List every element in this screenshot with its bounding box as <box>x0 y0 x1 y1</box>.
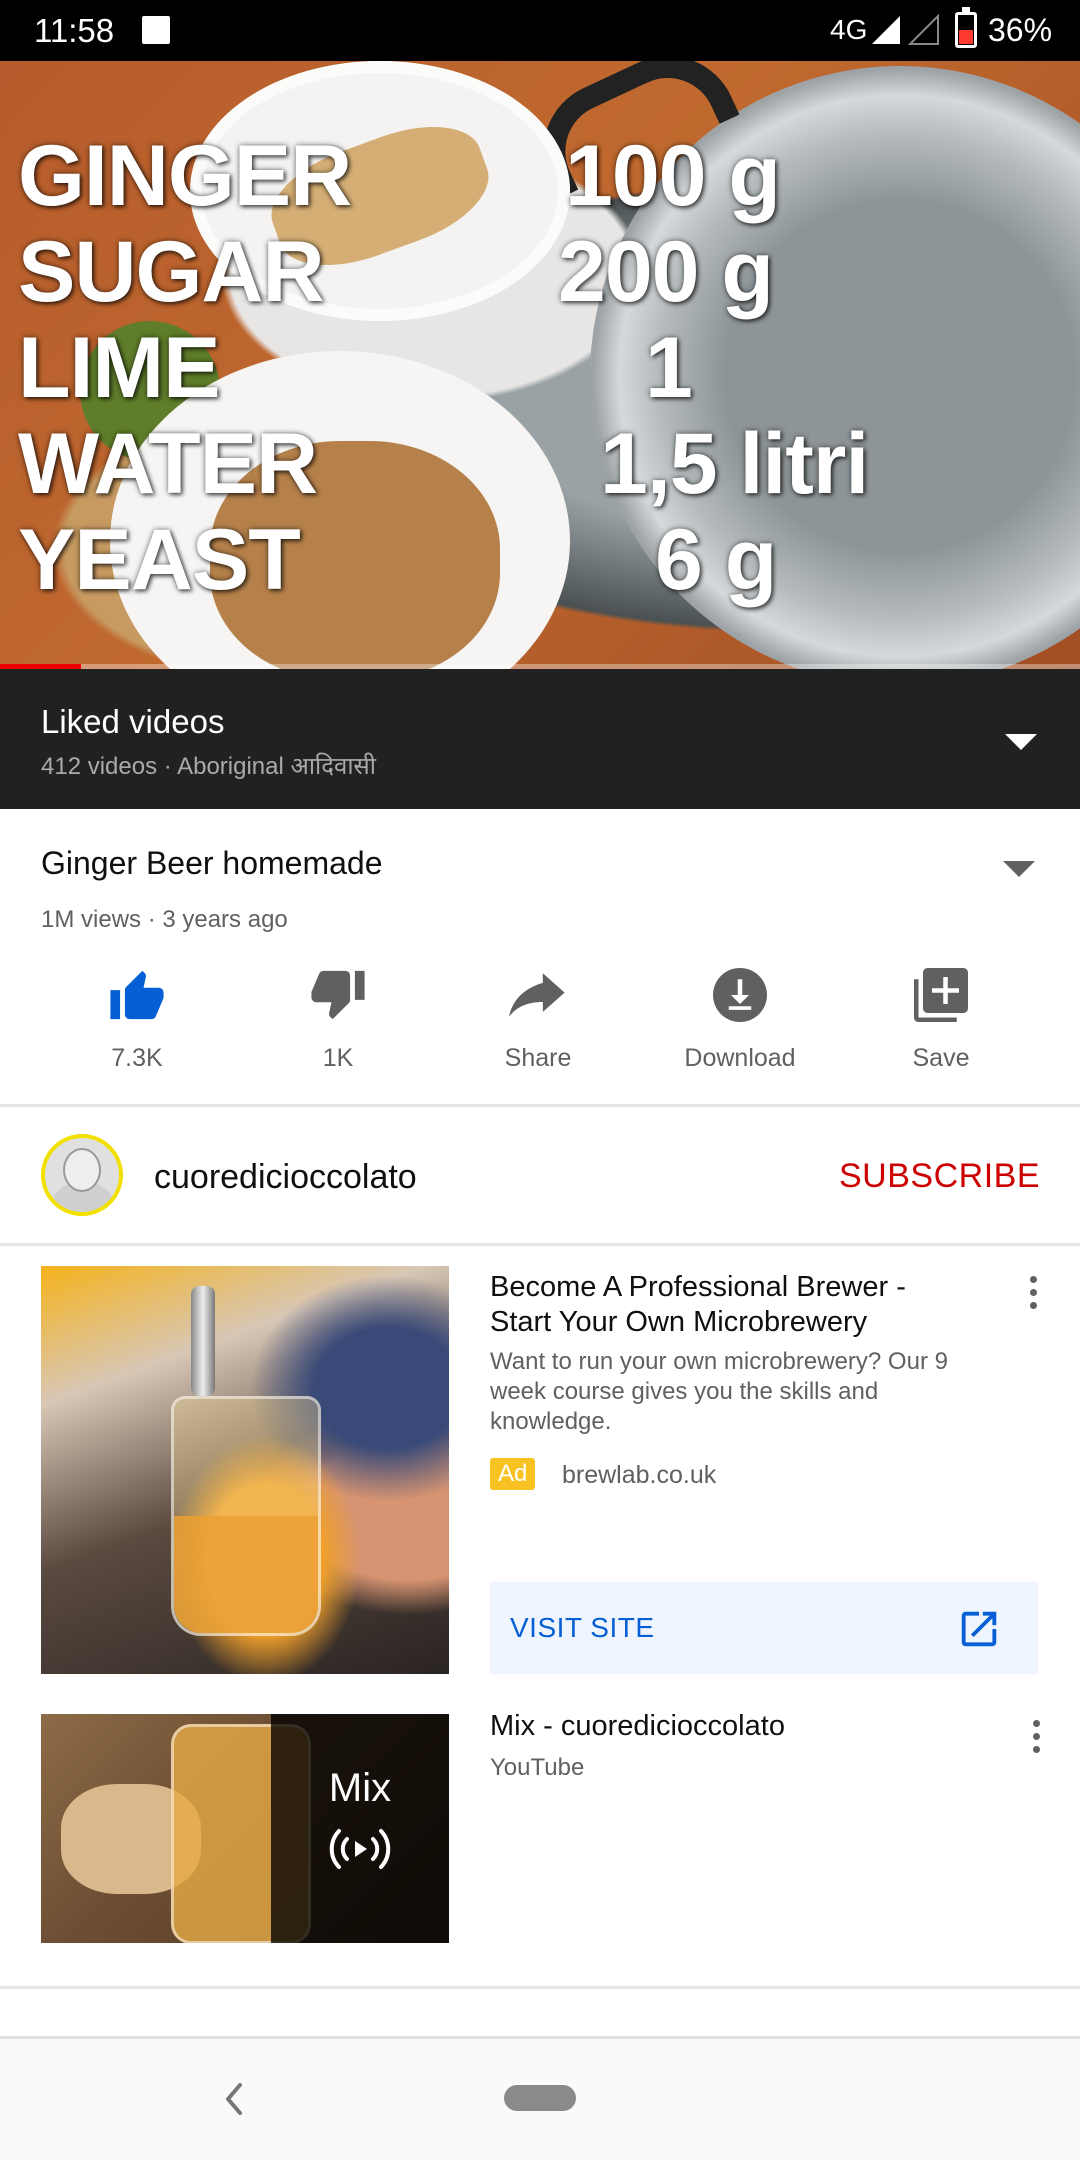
ad-thumbnail[interactable] <box>41 1266 449 1674</box>
ad-description: Want to run your own microbrewery? Our 9… <box>490 1348 948 1435</box>
mix-overlay-label: Mix <box>328 1766 392 1810</box>
action-bar: 7.3K 1K Share Download Save <box>0 960 1080 1080</box>
overlay-ingredient: YEAST <box>18 512 301 608</box>
overlay-amount: 200 g <box>558 224 774 320</box>
channel-name[interactable]: cuoredicioccolato <box>154 1158 417 1197</box>
external-link-icon <box>961 1611 997 1647</box>
overlay-amount: 1,5 litri <box>600 416 869 512</box>
signal-icon <box>872 16 900 44</box>
save-to-playlist-icon <box>914 968 968 1022</box>
overlay-amount: 1 <box>645 320 693 416</box>
overlay-ingredient: WATER <box>18 416 318 512</box>
thumbs-down-icon <box>311 970 365 1020</box>
home-pill[interactable] <box>504 2085 576 2111</box>
video-player[interactable]: GINGER 100 g SUGAR 200 g LIME 1 WATER 1,… <box>0 61 1080 669</box>
overlay-amount: 6 g <box>655 512 777 608</box>
ad-more-options-icon[interactable] <box>1028 1276 1038 1316</box>
mix-thumbnail[interactable]: Mix <box>41 1714 449 1943</box>
status-time: 11:58 <box>34 12 115 49</box>
save-button[interactable]: Save <box>841 960 1041 1073</box>
share-icon <box>509 973 565 1017</box>
dislike-button[interactable]: 1K <box>238 960 438 1073</box>
download-button[interactable]: Download <box>640 960 840 1073</box>
divider <box>0 1986 1080 1989</box>
thumbs-up-icon <box>110 970 164 1020</box>
battery-percent: 36% <box>988 12 1053 48</box>
dislike-count: 1K <box>322 1044 354 1072</box>
notification-icon <box>142 16 170 44</box>
system-nav-bar <box>0 2036 1080 2160</box>
like-count: 7.3K <box>111 1044 163 1072</box>
video-title[interactable]: Ginger Beer homemade <box>41 845 383 882</box>
divider <box>0 1243 1080 1246</box>
share-button[interactable]: Share <box>438 960 638 1073</box>
like-button[interactable]: 7.3K <box>37 960 237 1073</box>
visit-site-label: VISIT SITE <box>510 1612 655 1643</box>
visit-site-button[interactable]: VISIT SITE <box>490 1582 1038 1674</box>
save-label: Save <box>912 1044 970 1072</box>
channel-avatar[interactable] <box>41 1134 123 1216</box>
divider <box>0 1104 1080 1107</box>
mix-more-options-icon[interactable] <box>1031 1720 1041 1760</box>
playlist-subtitle: 412 videos · Aboriginal आदिवासी <box>41 753 376 780</box>
ad-title[interactable]: Become A Professional Brewer - Start You… <box>490 1270 960 1340</box>
signal-secondary-icon <box>908 14 939 45</box>
description-expand-icon[interactable] <box>1003 861 1035 877</box>
playlist-expand-icon[interactable] <box>1005 734 1037 750</box>
status-bar: 11:58 4G 36% <box>0 0 1080 61</box>
subscribe-button[interactable]: SUBSCRIBE <box>839 1157 1040 1196</box>
battery-icon <box>955 7 977 48</box>
overlay-amount: 100 g <box>565 128 781 224</box>
mix-overlay: Mix <box>271 1714 449 1943</box>
mix-subtitle: YouTube <box>490 1754 585 1781</box>
download-icon <box>713 968 767 1022</box>
playlist-header[interactable]: Liked videos 412 videos · Aboriginal आदि… <box>0 669 1080 809</box>
share-label: Share <box>504 1044 572 1072</box>
overlay-ingredient: GINGER <box>18 128 352 224</box>
playlist-title: Liked videos <box>41 703 225 740</box>
back-icon[interactable] <box>220 2079 246 2119</box>
ad-badge: Ad <box>490 1458 536 1490</box>
ad-domain: brewlab.co.uk <box>562 1461 717 1489</box>
mix-title[interactable]: Mix - cuoredicioccolato <box>490 1710 785 1743</box>
mix-broadcast-icon <box>329 1829 391 1869</box>
network-type: 4G <box>830 14 868 45</box>
overlay-ingredient: SUGAR <box>18 224 325 320</box>
video-meta: 1M views · 3 years ago <box>41 906 288 933</box>
overlay-ingredient: LIME <box>18 320 220 416</box>
download-label: Download <box>684 1044 796 1072</box>
